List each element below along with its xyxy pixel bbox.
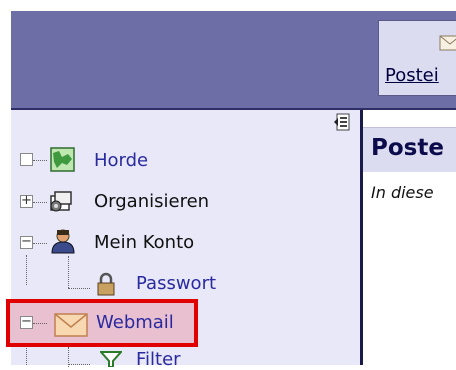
lock-icon xyxy=(97,272,115,296)
organizer-icon xyxy=(50,191,72,212)
app-window: Postei Horde + Organisieren − Mein Konto xyxy=(0,0,456,370)
tree-connector xyxy=(26,255,27,285)
tree-connector xyxy=(33,323,47,324)
tree-connector xyxy=(33,202,47,203)
content-viewport: Poste In diese xyxy=(363,110,456,365)
collapse-sidebar-icon[interactable] xyxy=(333,112,353,134)
mail-envelope-icon xyxy=(54,313,88,337)
envelope-icon xyxy=(439,35,456,51)
horde-map-icon xyxy=(50,147,75,172)
sidebar-item-organisieren[interactable]: Organisieren xyxy=(94,191,209,212)
tree-leaf-box xyxy=(20,153,33,166)
page-title: Poste xyxy=(371,135,444,161)
sidebar-item-webmail[interactable]: Webmail xyxy=(96,312,174,333)
expand-button[interactable]: + xyxy=(20,193,33,208)
collapse-button[interactable]: − xyxy=(20,234,33,249)
sidebar-item-passwort[interactable]: Passwort xyxy=(136,273,216,294)
tree-connector xyxy=(33,243,47,244)
collapse-button[interactable]: − xyxy=(20,314,33,329)
inbox-tab[interactable]: Postei xyxy=(378,20,456,96)
tree-connector xyxy=(33,160,47,161)
tree-connector xyxy=(68,256,69,288)
page-description: In diese xyxy=(371,183,434,202)
user-account-icon xyxy=(51,229,75,254)
inbox-tab-label: Postei xyxy=(385,65,439,86)
sidebar-item-mein-konto[interactable]: Mein Konto xyxy=(94,232,194,253)
page-margin-top xyxy=(0,0,456,11)
sidebar-item-horde[interactable]: Horde xyxy=(94,150,148,171)
sidebar-item-filter[interactable]: Filter xyxy=(136,349,181,370)
tree-connector xyxy=(68,288,90,289)
